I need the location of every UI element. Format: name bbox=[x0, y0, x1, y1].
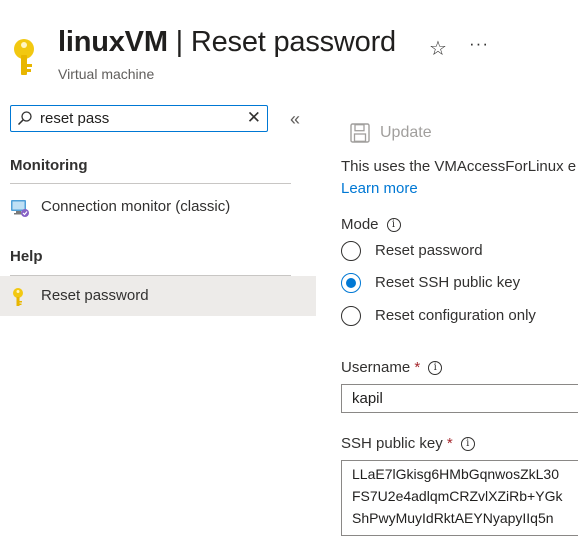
update-button[interactable]: Update bbox=[349, 120, 449, 146]
key-icon bbox=[14, 39, 34, 75]
radio-button[interactable] bbox=[341, 241, 361, 261]
resource-name: linuxVM bbox=[58, 26, 168, 58]
connection-monitor-icon bbox=[11, 200, 29, 217]
ssh-key-label: SSH public key * i bbox=[341, 435, 475, 452]
section-divider bbox=[10, 183, 291, 184]
username-field[interactable]: kapil bbox=[341, 384, 578, 413]
ssh-public-key-textarea[interactable]: LLaE7lGkisg6HMbGqnwosZkL30 FS7U2e4adlqmC… bbox=[341, 460, 578, 536]
radio-label: Reset password bbox=[375, 242, 483, 259]
key-icon bbox=[13, 288, 23, 306]
section-header-monitoring: Monitoring bbox=[10, 157, 88, 174]
title-separator: | bbox=[175, 26, 184, 58]
ssh-key-label-text: SSH public key bbox=[341, 435, 443, 452]
resource-type: Virtual machine bbox=[58, 66, 155, 82]
required-marker: * bbox=[414, 359, 421, 376]
save-icon bbox=[350, 123, 370, 143]
collapse-menu-icon[interactable]: « bbox=[290, 109, 300, 130]
radio-label: Reset configuration only bbox=[375, 307, 536, 324]
radio-label: Reset SSH public key bbox=[375, 274, 521, 291]
info-icon[interactable]: i bbox=[460, 437, 475, 452]
mode-label: Mode i bbox=[341, 216, 401, 233]
blade-title: Reset password bbox=[190, 26, 396, 58]
menu-search-box[interactable]: ✕ bbox=[10, 105, 268, 132]
update-label: Update bbox=[380, 124, 432, 141]
info-icon[interactable]: i bbox=[428, 361, 443, 376]
more-icon[interactable]: ··· bbox=[469, 34, 489, 54]
menu-item-label: Connection monitor (classic) bbox=[41, 198, 231, 215]
ssh-key-line: ShPwyMuyIdRktAEYNyapyIIq5n bbox=[352, 510, 554, 526]
info-icon[interactable]: i bbox=[386, 218, 401, 233]
extension-description: This uses the VMAccessForLinux e bbox=[341, 158, 577, 175]
radio-button-selected[interactable] bbox=[341, 273, 361, 293]
username-label: Username * i bbox=[341, 359, 443, 376]
menu-search-input[interactable] bbox=[40, 108, 240, 128]
reset-password-blade: linuxVM | Reset password Virtual machine… bbox=[0, 0, 578, 556]
menu-item-label: Reset password bbox=[41, 287, 149, 304]
mode-label-text: Mode bbox=[341, 216, 379, 233]
menu-item-connection-monitor[interactable]: Connection monitor (classic) bbox=[0, 187, 316, 227]
clear-search-icon[interactable]: ✕ bbox=[247, 109, 261, 127]
learn-more-link[interactable]: Learn more bbox=[341, 180, 418, 197]
search-icon bbox=[17, 111, 32, 126]
star-icon[interactable]: ☆ bbox=[429, 36, 447, 61]
ssh-key-line: FS7U2e4adlqmCRZvlXZiRb+YGk bbox=[352, 488, 563, 504]
ssh-key-line: LLaE7lGkisg6HMbGqnwosZkL30 bbox=[352, 466, 559, 482]
radio-button[interactable] bbox=[341, 306, 361, 326]
menu-item-reset-password[interactable]: Reset password bbox=[0, 276, 316, 316]
required-marker: * bbox=[446, 435, 453, 452]
page-title: linuxVM | Reset password bbox=[58, 26, 396, 59]
section-header-help: Help bbox=[10, 248, 43, 265]
username-label-text: Username bbox=[341, 359, 411, 376]
